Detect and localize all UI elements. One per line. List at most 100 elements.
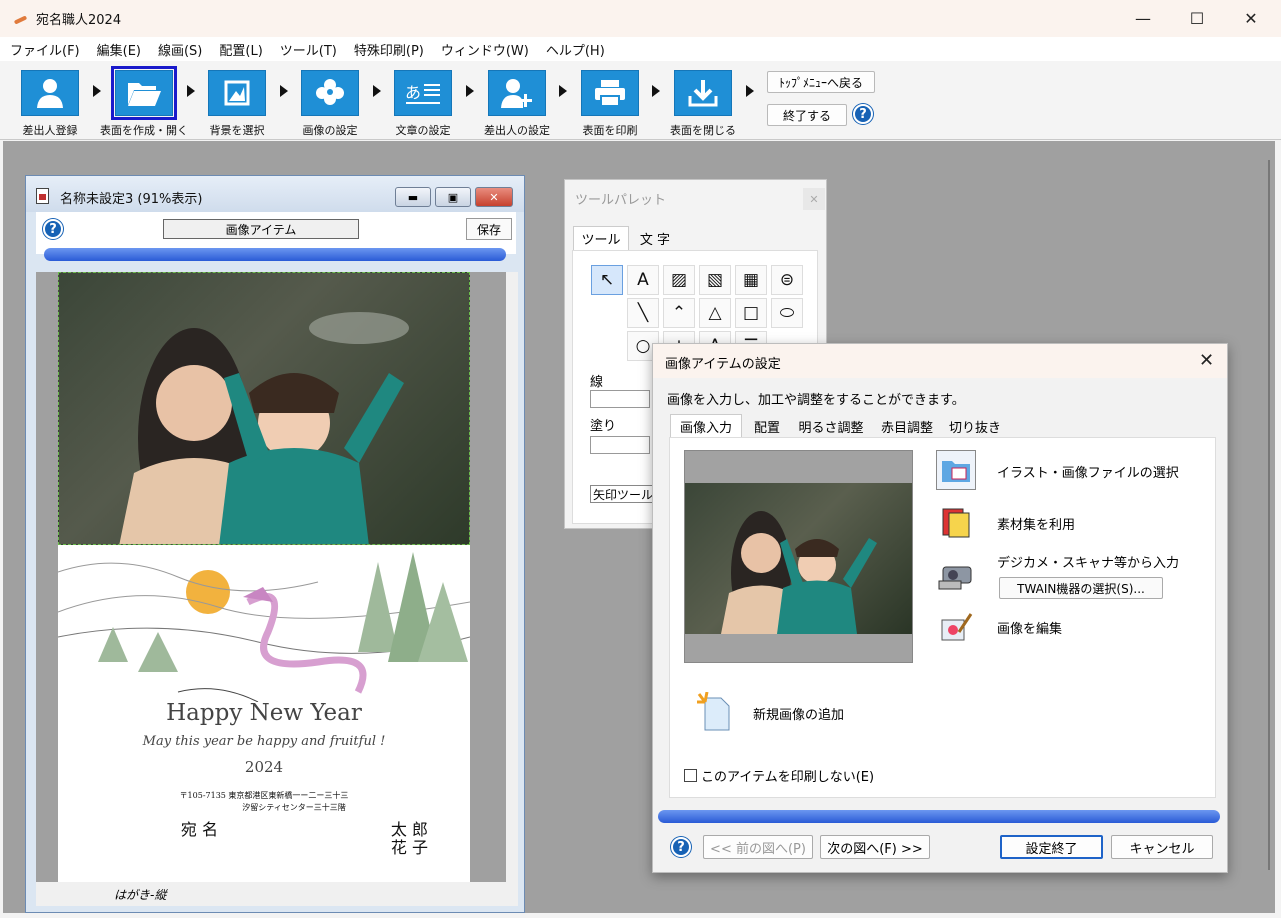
toolbar-label: 表面を作成・開く xyxy=(100,124,188,137)
pattern-tool-icon[interactable]: ▧ xyxy=(699,265,731,295)
palette-tab-tools[interactable]: ツール xyxy=(573,226,629,250)
toolbar-sender-register[interactable]: 差出人登録 xyxy=(6,70,94,138)
toolbar-print-front[interactable]: 表面を印刷 xyxy=(566,70,654,138)
line-label: 線 xyxy=(590,375,604,390)
toolbar-open-front[interactable]: 表面を作成・開く xyxy=(100,66,188,138)
toolbar-text-settings[interactable]: あ 文章の設定 xyxy=(379,70,467,138)
menu-edit[interactable]: 編集(E) xyxy=(97,40,141,59)
sender-family-name: 宛 名 xyxy=(180,820,218,839)
close-button[interactable]: ✕ xyxy=(1224,0,1278,37)
toolbar-label: 差出人の設定 xyxy=(484,124,550,137)
tab-crop[interactable]: 切り抜き xyxy=(944,414,1006,438)
help-icon[interactable]: ? xyxy=(853,104,873,124)
message-text: May this year be happy and fruitful ! xyxy=(142,734,386,749)
image-input-panel: イラスト・画像ファイルの選択 素材集を利用 デジカメ・スキャナ等から入力 TWA… xyxy=(669,437,1216,798)
card-canvas[interactable]: Happy New Year May this year be happy an… xyxy=(36,272,506,882)
item-type-label: 画像アイテム xyxy=(163,219,359,239)
finish-settings-button[interactable]: 設定終了 xyxy=(1000,835,1103,859)
palette-tab-text[interactable]: 文 字 xyxy=(631,226,679,250)
quit-button[interactable]: 終了する xyxy=(767,104,847,126)
top-menu-button[interactable]: ﾄｯﾌﾟﾒﾆｭｰへ戻る xyxy=(767,71,875,93)
photo-image-item[interactable] xyxy=(58,272,470,545)
toolbar-label: 差出人登録 xyxy=(22,124,78,137)
menu-tools[interactable]: ツール(T) xyxy=(280,40,337,59)
new-image-icon[interactable] xyxy=(694,692,734,732)
fill-style-field[interactable] xyxy=(590,436,650,454)
checkbox-box[interactable] xyxy=(684,769,697,782)
address-line-2: 汐留シティセンター三十三階 xyxy=(242,803,346,812)
help-icon[interactable]: ? xyxy=(671,837,691,857)
materials-book-icon[interactable] xyxy=(936,502,976,542)
menu-special-print[interactable]: 特殊印刷(P) xyxy=(354,40,424,59)
toolbar-image-settings[interactable]: 画像の設定 xyxy=(286,70,374,138)
flower-icon xyxy=(301,70,359,116)
next-figure-button[interactable]: 次の図へ(F) >> xyxy=(820,835,930,859)
document-horizontal-scrollbar[interactable]: はがき-縦 xyxy=(36,882,518,906)
new-image-label[interactable]: 新規画像の追加 xyxy=(753,704,844,723)
tab-layout[interactable]: 配置 xyxy=(745,414,789,438)
folder-open-icon xyxy=(111,66,177,120)
document-icon xyxy=(36,188,49,204)
address-line-1: 〒105-7135 東京都港区東新橋一ー二ー三十三 xyxy=(179,791,349,800)
toolbar-sender-settings[interactable]: 差出人の設定 xyxy=(473,70,561,138)
tab-image-input[interactable]: 画像入力 xyxy=(670,414,742,438)
download-icon xyxy=(674,70,732,116)
tab-red-eye[interactable]: 赤目調整 xyxy=(873,414,941,438)
cancel-button[interactable]: キャンセル xyxy=(1111,835,1213,859)
person-icon xyxy=(21,70,79,116)
doc-minimize-button[interactable]: ▬ xyxy=(395,187,431,207)
line-tool-icon[interactable]: ╲ xyxy=(627,298,659,328)
text-tool-icon[interactable]: A xyxy=(627,265,659,295)
text-icon: あ xyxy=(394,70,452,116)
tab-brightness[interactable]: 明るさ調整 xyxy=(792,414,870,438)
image-item-settings-dialog: 画像アイテムの設定 ✕ 画像を入力し、加工や調整をすることができます。 画像入力… xyxy=(652,343,1228,873)
save-button[interactable]: 保存 xyxy=(466,218,512,240)
dialog-close-button[interactable]: ✕ xyxy=(1199,350,1214,371)
dialog-progress-bar xyxy=(658,810,1220,823)
maximize-button[interactable]: ☐ xyxy=(1170,0,1224,37)
toolbar-background[interactable]: 背景を選択 xyxy=(193,70,281,138)
image-file-folder-icon[interactable] xyxy=(936,450,976,490)
minimize-button[interactable]: — xyxy=(1116,0,1170,37)
toolbar-close-front[interactable]: 表面を閉じる xyxy=(659,70,747,138)
polygon-tool-icon[interactable]: △ xyxy=(699,298,731,328)
file-select-label[interactable]: イラスト・画像ファイルの選択 xyxy=(997,462,1179,481)
sender-given-name-2: 花 子 xyxy=(390,838,428,857)
camera-scanner-icon[interactable] xyxy=(936,556,976,596)
materials-label[interactable]: 素材集を利用 xyxy=(997,514,1075,533)
image-tool-icon[interactable]: ▨ xyxy=(663,265,695,295)
rectangle-tool-icon[interactable]: □ xyxy=(735,298,767,328)
toolbar-label: 画像の設定 xyxy=(302,124,358,137)
document-vertical-scrollbar[interactable] xyxy=(506,272,518,882)
palette-close-button[interactable]: ✕ xyxy=(803,188,825,210)
title-bar: 宛名職人2024 — ☐ ✕ xyxy=(0,0,1281,37)
document-toolbar: ? 画像アイテム 保存 xyxy=(36,212,516,261)
camera-scanner-label: デジカメ・スキャナ等から入力 xyxy=(997,556,1180,571)
no-print-checkbox[interactable]: このアイテムを印刷しない(E) xyxy=(684,766,874,785)
document-title-bar: 名称未設定3 (91%表示) ▬ ▣ ✕ xyxy=(26,176,524,212)
no-print-label: このアイテムを印刷しない(E) xyxy=(701,770,875,785)
dialog-description: 画像を入力し、加工や調整をすることができます。 xyxy=(667,393,965,408)
help-icon[interactable]: ? xyxy=(43,219,63,239)
menu-layout[interactable]: 配置(L) xyxy=(219,40,262,59)
menu-draw[interactable]: 線画(S) xyxy=(158,40,202,59)
stamp-tool-icon[interactable]: ⊜ xyxy=(771,265,803,295)
workspace-scrollbar[interactable] xyxy=(1268,160,1270,870)
rounded-rect-tool-icon[interactable]: ⬭ xyxy=(771,298,803,328)
menu-bar: ファイル(F) 編集(E) 線画(S) 配置(L) ツール(T) 特殊印刷(P)… xyxy=(0,37,1281,61)
menu-help[interactable]: ヘルプ(H) xyxy=(546,40,605,59)
prev-figure-button[interactable]: << 前の図へ(P) xyxy=(703,835,813,859)
line-style-field[interactable] xyxy=(590,390,650,408)
doc-maximize-button[interactable]: ▣ xyxy=(435,187,471,207)
dialog-title-bar: 画像アイテムの設定 ✕ xyxy=(653,344,1227,378)
fill-label: 塗り xyxy=(590,419,617,434)
menu-window[interactable]: ウィンドウ(W) xyxy=(441,40,529,59)
doc-close-button[interactable]: ✕ xyxy=(475,187,513,207)
arrow-tool-icon[interactable]: ↖ xyxy=(591,265,623,295)
polyline-tool-icon[interactable]: ⌃ xyxy=(663,298,695,328)
twain-select-button[interactable]: TWAIN機器の選択(S)... xyxy=(999,577,1163,599)
qr-code-tool-icon[interactable]: ▦ xyxy=(735,265,767,295)
edit-image-label[interactable]: 画像を編集 xyxy=(997,618,1062,637)
menu-file[interactable]: ファイル(F) xyxy=(10,40,80,59)
edit-image-icon[interactable] xyxy=(936,608,976,648)
